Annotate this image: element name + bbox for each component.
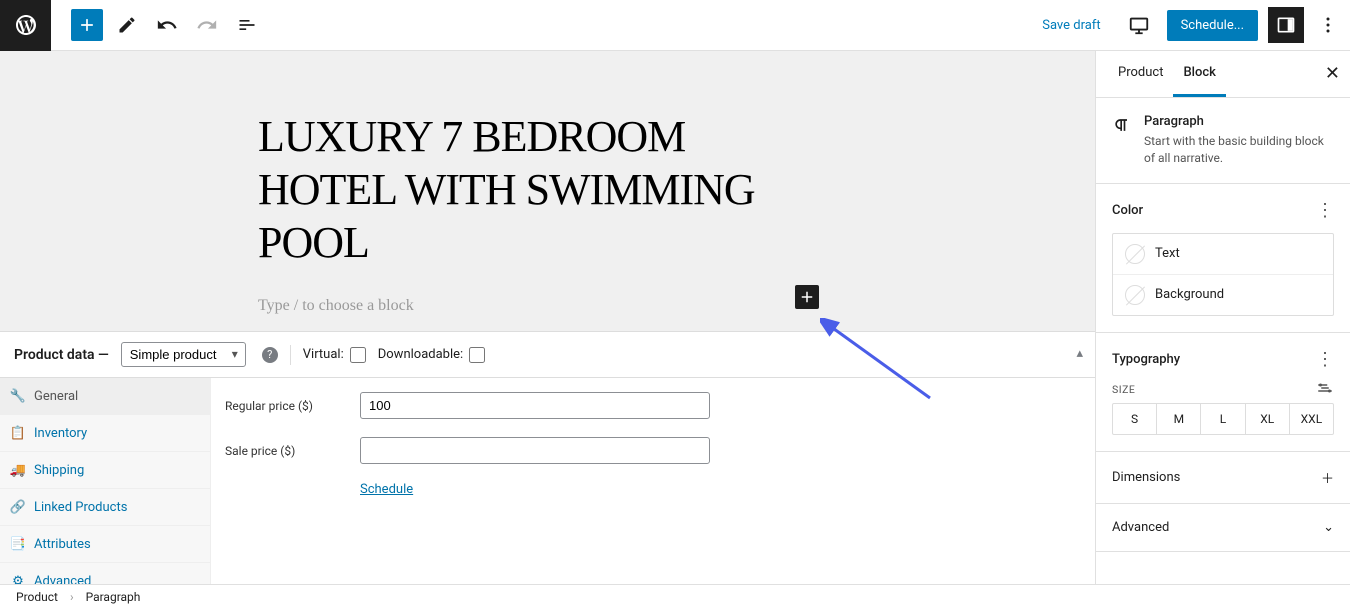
product-tab-inventory[interactable]: 📋 Inventory	[0, 415, 210, 452]
product-data-label: Product data —	[14, 347, 109, 363]
block-name: Paragraph	[1144, 114, 1334, 129]
link-icon: 🔗	[10, 499, 26, 515]
close-sidebar-button[interactable]: ✕	[1325, 63, 1340, 84]
settings-toggle-button[interactable]	[1268, 7, 1304, 43]
desktop-icon	[1128, 14, 1150, 36]
breadcrumb: Product › Paragraph	[16, 590, 140, 604]
plus-icon	[798, 288, 816, 306]
list-icon	[237, 15, 257, 35]
paragraph-icon	[1112, 114, 1132, 136]
wordpress-logo[interactable]	[0, 0, 51, 51]
typography-panel-more[interactable]: ⋮	[1316, 349, 1334, 370]
more-options-button[interactable]	[1314, 7, 1342, 43]
product-data-help-icon[interactable]: ?	[262, 347, 278, 363]
size-m[interactable]: M	[1157, 404, 1201, 434]
collapse-product-data[interactable]: ▴	[1076, 346, 1083, 361]
block-placeholder[interactable]: Type / to choose a block	[258, 297, 414, 315]
product-tab-shipping[interactable]: 🚚 Shipping	[0, 452, 210, 489]
advanced-panel[interactable]: Advanced ⌄	[1096, 504, 1350, 552]
pencil-icon	[117, 15, 137, 35]
downloadable-checkbox-label[interactable]: Downloadable:	[378, 347, 485, 363]
block-description: Start with the basic building block of a…	[1144, 133, 1334, 167]
wrench-icon: 🔧	[10, 388, 26, 404]
sidebar-tab-block[interactable]: Block	[1173, 51, 1225, 97]
schedule-button[interactable]: Schedule...	[1167, 10, 1258, 41]
size-settings-icon[interactable]	[1316, 382, 1334, 397]
typography-panel-title: Typography	[1112, 352, 1180, 367]
color-text-option[interactable]: Text	[1113, 234, 1333, 275]
wordpress-icon	[14, 13, 38, 37]
plus-icon: ＋	[1321, 468, 1334, 487]
post-title[interactable]: LUXURY 7 BEDROOM HOTEL WITH SWIMMING POO…	[258, 111, 818, 269]
add-block-inline-button[interactable]	[795, 285, 819, 309]
regular-price-input[interactable]	[360, 392, 710, 419]
size-xxl[interactable]: XXL	[1290, 404, 1333, 434]
swatch-icon	[1125, 285, 1145, 305]
inventory-icon: 📋	[10, 425, 26, 441]
swatch-icon	[1125, 244, 1145, 264]
downloadable-checkbox[interactable]	[469, 347, 485, 363]
product-tab-linked[interactable]: 🔗 Linked Products	[0, 489, 210, 526]
product-tab-attributes[interactable]: 📑 Attributes	[0, 526, 210, 563]
truck-icon: 🚚	[10, 462, 26, 478]
sidebar-icon	[1276, 15, 1296, 35]
breadcrumb-root[interactable]: Product	[16, 590, 58, 604]
color-panel-more[interactable]: ⋮	[1316, 200, 1334, 221]
undo-icon	[156, 14, 178, 36]
edit-tool-button[interactable]	[111, 9, 143, 41]
product-type-select[interactable]: Simple product	[121, 342, 246, 367]
schedule-sale-link[interactable]: Schedule	[360, 482, 1081, 497]
divider	[290, 345, 291, 365]
dimensions-panel[interactable]: Dimensions ＋	[1096, 452, 1350, 504]
undo-button[interactable]	[151, 9, 183, 41]
add-block-button[interactable]	[71, 9, 103, 41]
attributes-icon: 📑	[10, 536, 26, 552]
product-tab-advanced[interactable]: ⚙ Advanced	[0, 563, 210, 584]
redo-button[interactable]	[191, 9, 223, 41]
redo-icon	[196, 14, 218, 36]
plus-icon	[77, 15, 97, 35]
color-background-option[interactable]: Background	[1113, 275, 1333, 315]
product-tab-general[interactable]: 🔧 General	[0, 378, 210, 415]
sale-price-input[interactable]	[360, 437, 710, 464]
kebab-icon	[1326, 17, 1330, 33]
size-label: SIZE	[1112, 383, 1135, 396]
size-xl[interactable]: XL	[1246, 404, 1290, 434]
save-draft-link[interactable]: Save draft	[1032, 12, 1110, 39]
regular-price-label: Regular price ($)	[225, 399, 360, 413]
size-s[interactable]: S	[1113, 404, 1157, 434]
sidebar-tab-product[interactable]: Product	[1108, 51, 1173, 97]
size-l[interactable]: L	[1201, 404, 1245, 434]
color-panel-title: Color	[1112, 203, 1143, 218]
document-overview-button[interactable]	[231, 9, 263, 41]
breadcrumb-current[interactable]: Paragraph	[86, 590, 141, 604]
preview-button[interactable]	[1121, 7, 1157, 43]
gear-icon: ⚙	[10, 573, 26, 584]
virtual-checkbox[interactable]	[350, 347, 366, 363]
chevron-down-icon: ⌄	[1323, 520, 1334, 535]
virtual-checkbox-label[interactable]: Virtual:	[303, 347, 366, 363]
sale-price-label: Sale price ($)	[225, 444, 360, 458]
